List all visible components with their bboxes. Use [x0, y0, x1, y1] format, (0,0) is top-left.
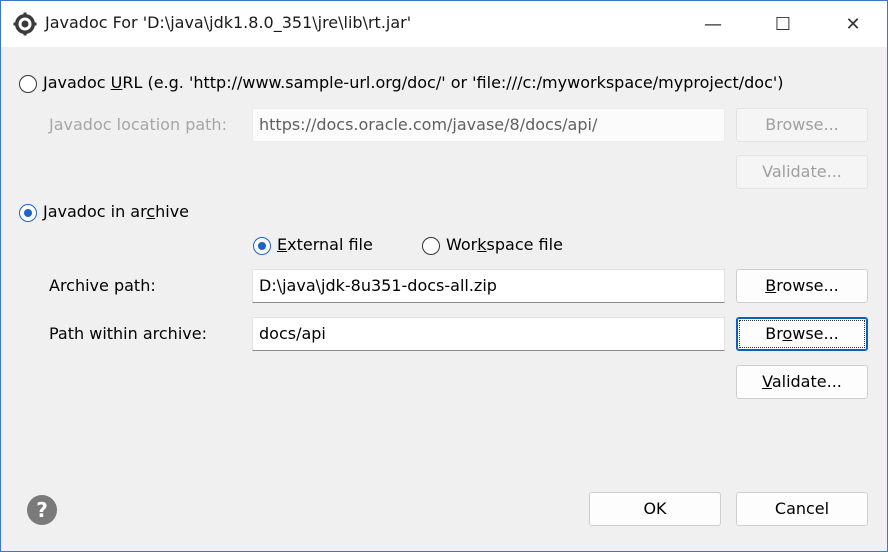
javadoc-dialog: Javadoc For 'D:\java\jdk1.8.0_351\jre\li… [0, 0, 888, 552]
javadoc-archive-radio[interactable] [19, 204, 37, 222]
javadoc-location-label: Javadoc location path: [49, 115, 227, 134]
workspace-file-radio[interactable] [422, 237, 440, 255]
url-validate-button[interactable]: Validate... [736, 155, 868, 189]
archive-path-input[interactable]: D:\java\jdk-8u351-docs-all.zip [252, 269, 725, 303]
javadoc-url-radio[interactable] [19, 75, 37, 93]
maximize-icon: ☐ [774, 13, 792, 35]
archive-path-label: Archive path: [49, 276, 156, 295]
archive-browse-button[interactable]: Browse... [736, 269, 868, 303]
window-title: Javadoc For 'D:\java\jdk1.8.0_351\jre\li… [45, 13, 412, 32]
minimize-button[interactable]: — [683, 1, 743, 47]
javadoc-location-input[interactable]: https://docs.oracle.com/javase/8/docs/ap… [252, 108, 725, 142]
close-button[interactable]: ✕ [823, 1, 883, 47]
external-file-label[interactable]: External file [277, 235, 373, 254]
path-browse-button[interactable]: Browse... [736, 317, 868, 351]
close-icon: ✕ [845, 13, 861, 35]
url-browse-button[interactable]: Browse... [736, 108, 868, 142]
javadoc-archive-label[interactable]: Javadoc in archive [43, 202, 189, 221]
maximize-button[interactable]: ☐ [753, 1, 813, 47]
path-within-archive-input[interactable]: docs/api [252, 317, 725, 351]
archive-validate-button[interactable]: Validate... [736, 365, 868, 399]
path-within-archive-label: Path within archive: [49, 324, 207, 343]
javadoc-url-label[interactable]: Javadoc URL (e.g. 'http://www.sample-url… [43, 73, 784, 92]
ok-button[interactable]: OK [589, 492, 721, 526]
workspace-file-label[interactable]: Workspace file [446, 235, 563, 254]
title-bar: Javadoc For 'D:\java\jdk1.8.0_351\jre\li… [1, 1, 887, 47]
gear-icon [13, 12, 37, 36]
help-icon[interactable]: ? [27, 495, 57, 525]
minimize-icon: — [704, 13, 722, 35]
external-file-radio[interactable] [253, 237, 271, 255]
cancel-button[interactable]: Cancel [736, 492, 868, 526]
